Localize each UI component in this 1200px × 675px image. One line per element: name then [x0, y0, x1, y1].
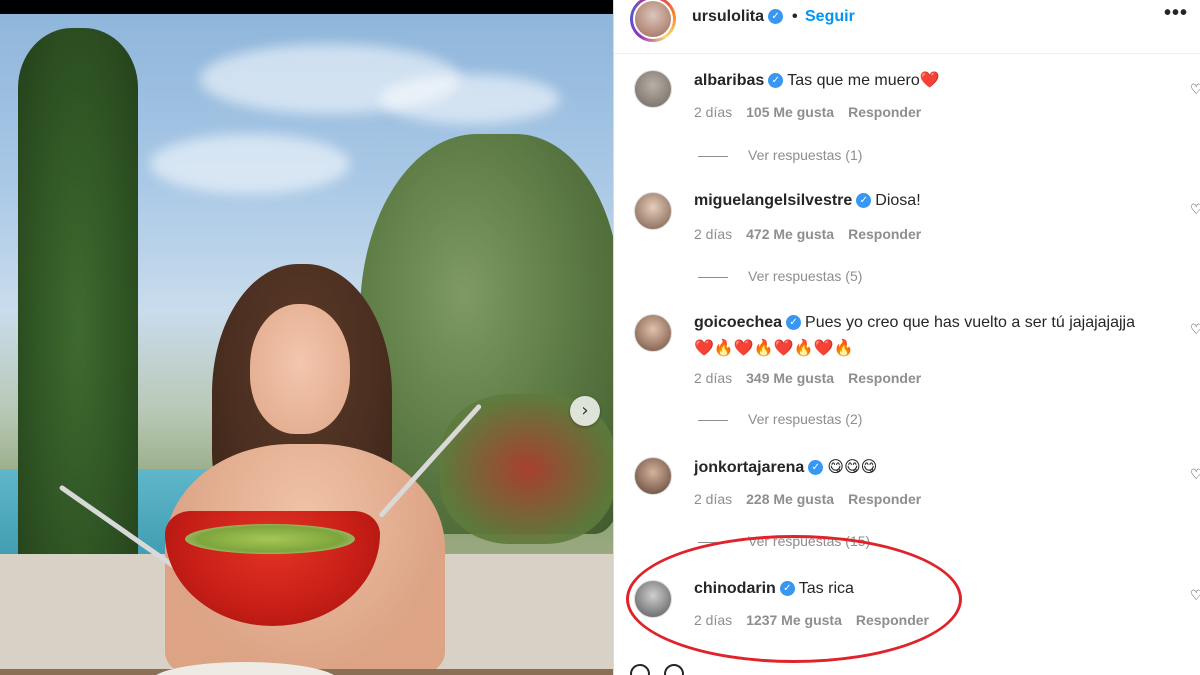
heart-outline-icon[interactable]: ♡	[1190, 588, 1200, 604]
heart-outline-icon[interactable]: ♡	[1190, 202, 1200, 218]
comment-age: 2 días	[694, 104, 733, 120]
view-replies-button[interactable]: Ver respuestas (1)	[698, 147, 862, 163]
comment-likes[interactable]: 349 Me gusta	[746, 370, 834, 386]
comment-likes[interactable]: 228 Me gusta	[746, 491, 834, 507]
post-photo-panel: ›	[0, 0, 613, 675]
comment-age: 2 días	[694, 491, 733, 507]
comment-meta: 2 días 105 Me gusta Responder	[694, 104, 921, 120]
verified-badge-icon: ✓	[808, 460, 824, 476]
comment-meta: 2 días 349 Me gusta Responder	[694, 370, 921, 386]
verified-badge-icon: ✓	[856, 193, 872, 209]
comment-text-emojis: ❤️🔥❤️🔥❤️🔥❤️🔥	[694, 340, 854, 357]
commenter-username[interactable]: miguelangelsilvestre	[694, 192, 852, 209]
heart-outline-icon[interactable]: ♡	[1190, 322, 1200, 338]
person-face	[250, 304, 350, 434]
comment-meta: 2 días 472 Me gusta Responder	[694, 226, 921, 242]
more-options-icon[interactable]: •••	[1164, 2, 1188, 25]
author-avatar[interactable]	[630, 0, 678, 42]
comment-text: Pues yo creo que has vuelto a ser tú jaj…	[805, 314, 1136, 331]
commenter-username[interactable]: albaribas	[694, 72, 764, 89]
action-bar	[630, 664, 730, 675]
like-icon[interactable]	[630, 664, 650, 675]
post-header: ursulolita ✓ • Seguir •••	[614, 0, 1200, 54]
comment-likes[interactable]: 472 Me gusta	[746, 226, 834, 242]
follow-button[interactable]: Seguir	[805, 8, 855, 26]
comment-text: Diosa!	[875, 192, 921, 209]
comment-text: 😋😋😋	[827, 459, 878, 476]
commenter-avatar[interactable]	[634, 457, 672, 495]
heart-outline-icon[interactable]: ♡	[1190, 467, 1200, 483]
comment-age: 2 días	[694, 226, 733, 242]
view-replies-button[interactable]: Ver respuestas (5)	[698, 268, 862, 284]
reply-button[interactable]: Responder	[848, 104, 921, 120]
chevron-right-icon: ›	[581, 400, 589, 421]
highlight-circle	[626, 535, 962, 663]
cypress-tree	[18, 28, 138, 628]
verified-badge-icon: ✓	[768, 9, 784, 25]
reply-button[interactable]: Responder	[848, 370, 921, 386]
view-replies-button[interactable]: Ver respuestas (2)	[698, 411, 862, 427]
commenter-username[interactable]: jonkortajarena	[694, 459, 804, 476]
commenter-avatar[interactable]	[634, 192, 672, 230]
header-separator: •	[792, 8, 798, 25]
comment-likes[interactable]: 105 Me gusta	[746, 104, 834, 120]
comment-icon[interactable]	[664, 664, 684, 675]
comment-meta: 2 días 228 Me gusta Responder	[694, 491, 921, 507]
reply-button[interactable]: Responder	[848, 226, 921, 242]
verified-badge-icon: ✓	[768, 73, 784, 89]
post-image[interactable]	[0, 14, 613, 675]
comment-text: Tas que me muero❤️	[787, 72, 940, 89]
commenter-username[interactable]: goicoechea	[694, 314, 782, 331]
commenter-avatar[interactable]	[634, 70, 672, 108]
panel-divider	[613, 0, 614, 675]
author-username[interactable]: ursulolita ✓	[692, 8, 784, 26]
heart-outline-icon[interactable]: ♡	[1190, 82, 1200, 98]
commenter-avatar[interactable]	[634, 314, 672, 352]
reply-button[interactable]: Responder	[848, 491, 921, 507]
comment-age: 2 días	[694, 370, 733, 386]
salad	[185, 524, 355, 554]
verified-badge-icon: ✓	[786, 315, 802, 331]
next-image-button[interactable]: ›	[570, 396, 600, 426]
